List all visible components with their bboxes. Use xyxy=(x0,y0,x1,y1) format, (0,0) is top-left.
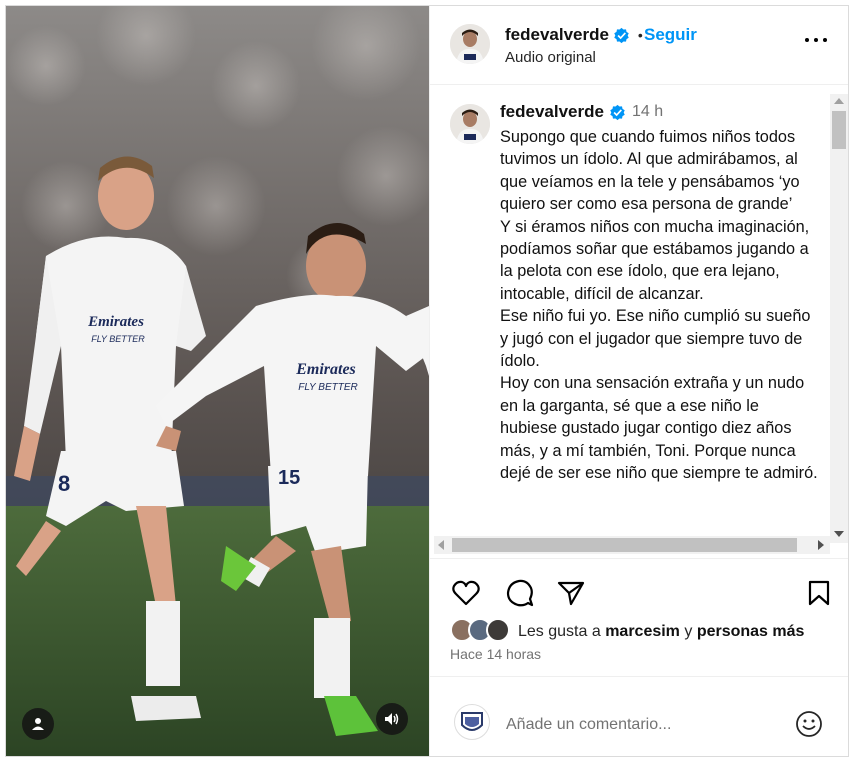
right-jersey-sponsor: Emirates xyxy=(295,361,356,378)
likes-others-link[interactable]: personas más xyxy=(697,623,805,640)
post-actions xyxy=(430,571,848,615)
more-options-icon[interactable] xyxy=(805,38,827,44)
verified-badge-icon xyxy=(610,104,625,121)
scroll-right-arrow[interactable] xyxy=(818,540,824,550)
post-side-panel: fedevalverde • Seguir Audio original fed… xyxy=(429,6,848,756)
follow-button[interactable]: Seguir xyxy=(644,25,697,45)
save-button[interactable] xyxy=(803,577,835,609)
post-photo: Emirates FLY BETTER 8 Emirates FLY BETTE… xyxy=(6,6,429,756)
audio-toggle-button[interactable] xyxy=(376,703,408,735)
horizontal-scroll-thumb[interactable] xyxy=(452,538,797,552)
heart-icon xyxy=(452,580,480,606)
header-separator: • xyxy=(637,27,643,43)
liker-avatar[interactable] xyxy=(486,618,510,642)
speaker-icon xyxy=(385,713,399,725)
scroll-left-arrow[interactable] xyxy=(438,540,444,550)
left-shorts-number: 8 xyxy=(58,471,70,496)
audio-label[interactable]: Audio original xyxy=(505,49,596,66)
comment-divider xyxy=(430,676,848,677)
post-media[interactable]: Emirates FLY BETTER 8 Emirates FLY BETTE… xyxy=(6,6,429,756)
caption-username[interactable]: fedevalverde xyxy=(500,102,604,122)
vertical-scrollbar[interactable] xyxy=(830,94,848,543)
likes-row: Les gusta a marcesim y personas más xyxy=(450,618,840,646)
author-avatar-image xyxy=(450,24,490,64)
caption-avatar[interactable] xyxy=(450,104,490,144)
post-dialog: Emirates FLY BETTER 8 Emirates FLY BETTE… xyxy=(5,5,849,757)
like-button[interactable] xyxy=(450,577,482,609)
emoji-icon xyxy=(796,711,822,737)
comment-input[interactable]: Añade un comentario... xyxy=(506,716,671,734)
caption-scroll-area[interactable]: fedevalverde 14 h Supongo que cuando fui… xyxy=(430,86,848,556)
author-avatar[interactable] xyxy=(450,24,490,64)
share-icon xyxy=(557,581,585,606)
likes-text[interactable]: Les gusta a marcesim y personas más xyxy=(518,623,804,641)
right-shorts-number: 15 xyxy=(278,467,300,489)
post-header: fedevalverde • Seguir Audio original xyxy=(430,6,848,85)
bookmark-icon xyxy=(808,580,830,606)
current-user-avatar[interactable] xyxy=(454,704,490,740)
author-username[interactable]: fedevalverde xyxy=(505,25,609,44)
caption-avatar-image xyxy=(450,104,490,144)
scroll-up-arrow[interactable] xyxy=(834,98,844,104)
caption-text: Supongo que cuando fuimos niños todos tu… xyxy=(500,128,818,483)
actions-divider xyxy=(430,558,848,559)
comment-button[interactable] xyxy=(504,577,536,609)
user-tag-button[interactable] xyxy=(22,708,54,740)
caption-timestamp: 14 h xyxy=(632,103,664,120)
right-jersey-slogan: FLY BETTER xyxy=(298,382,357,393)
share-button[interactable] xyxy=(555,577,587,609)
comment-icon xyxy=(506,579,534,607)
horizontal-scrollbar[interactable] xyxy=(434,536,830,554)
scroll-down-arrow[interactable] xyxy=(834,531,844,537)
likes-prefix: Les gusta a xyxy=(518,623,601,640)
comment-bar: Añade un comentario... xyxy=(430,686,848,756)
post-time-ago: Hace 14 horas xyxy=(450,646,542,662)
left-jersey-sponsor: Emirates xyxy=(87,314,144,330)
current-user-avatar-image xyxy=(461,712,483,731)
emoji-button[interactable] xyxy=(793,708,825,740)
left-jersey-slogan: FLY BETTER xyxy=(91,334,145,344)
vertical-scroll-thumb[interactable] xyxy=(832,111,846,149)
verified-badge-icon xyxy=(614,28,630,44)
likes-connector: y xyxy=(684,623,693,640)
likes-user-link[interactable]: marcesim xyxy=(605,623,680,640)
user-tag-icon xyxy=(32,718,44,730)
